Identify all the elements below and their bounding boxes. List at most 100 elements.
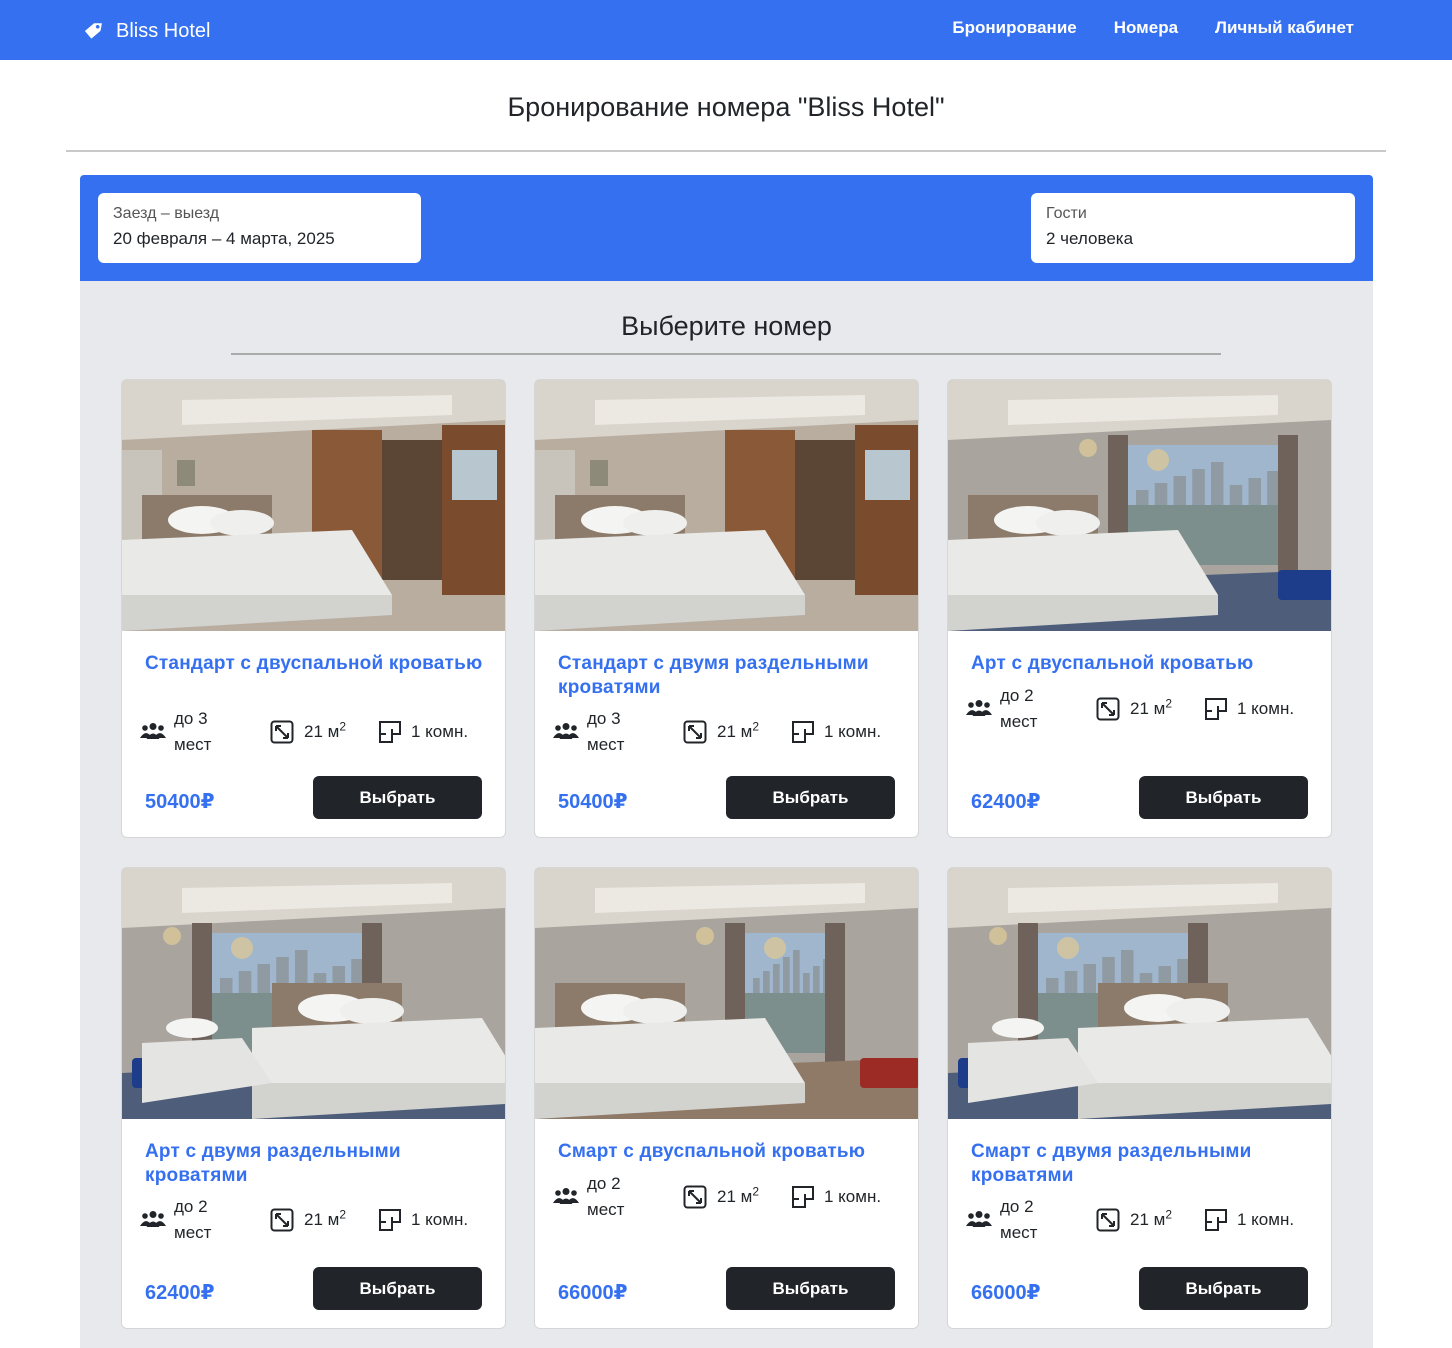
room-price: 66000₽	[558, 1282, 628, 1304]
room-photo	[535, 868, 918, 1119]
room-count-text: 1 комн.	[411, 1210, 469, 1229]
room-features: до 2 мест 21 м2 1 комн.	[553, 1171, 903, 1223]
capacity-text: до 2 мест	[1000, 686, 1038, 731]
floor-plan-icon	[791, 1185, 815, 1209]
room-count: 1 комн.	[378, 1208, 468, 1232]
nav-link-booking[interactable]: Бронирование	[952, 18, 1076, 38]
guests-value: 2 человека	[1046, 229, 1134, 248]
people-icon	[140, 1210, 166, 1233]
area: 21 м2	[270, 1208, 346, 1232]
room-features: до 3 мест 21 м2 1 комн.	[553, 706, 903, 758]
search-bar: Заезд – выезд 20 февраля – 4 марта, 2025…	[80, 175, 1373, 281]
room-price: 62400₽	[971, 791, 1041, 813]
guests-label: Гости	[1046, 205, 1087, 222]
area: 21 м2	[683, 1185, 759, 1209]
area: 21 м2	[1096, 1208, 1172, 1232]
area-superscript: 2	[339, 719, 347, 734]
room-photo	[948, 868, 1331, 1119]
resize-icon	[683, 1185, 707, 1209]
choose-room-button[interactable]: Выбрать	[313, 1267, 482, 1310]
people-icon	[966, 699, 992, 722]
room-count: 1 комн.	[791, 1185, 881, 1209]
capacity-text: до 3 мест	[587, 709, 625, 754]
room-card: Стандарт с двуспальной кроватью до 3 мест…	[121, 379, 506, 838]
room-price: 66000₽	[971, 1282, 1041, 1304]
people-icon	[140, 722, 166, 745]
room-price: 62400₽	[145, 1282, 215, 1304]
room-card: Арт с двумя раздельными кроватями до 2 ме…	[121, 867, 506, 1329]
room-title[interactable]: Смарт с двуспальной кроватью	[558, 1140, 898, 1164]
area: 21 м2	[270, 720, 346, 744]
room-title[interactable]: Смарт с двумя раздельными кроватями	[971, 1140, 1311, 1188]
page-title: Бронирование номера "Bliss Hotel"	[507, 92, 945, 122]
room-count-text: 1 комн.	[824, 1187, 882, 1206]
room-card: Арт с двуспальной кроватью до 2 мест 21 м2…	[947, 379, 1332, 838]
nav-link-account[interactable]: Личный кабинет	[1215, 18, 1354, 38]
room-card: Смарт с двуспальной кроватью до 2 мест 21 …	[534, 867, 919, 1329]
area: 21 м2	[683, 720, 759, 744]
resize-icon	[683, 720, 707, 744]
people-icon	[966, 1210, 992, 1233]
guests-field[interactable]: Гости 2 человека	[1031, 193, 1355, 263]
choose-room-button[interactable]: Выбрать	[726, 1267, 895, 1310]
floor-plan-icon	[1204, 697, 1228, 721]
divider	[231, 353, 1221, 355]
area-text: 21 м2	[304, 1207, 347, 1229]
resize-icon	[1096, 1208, 1120, 1232]
room-photo	[535, 380, 918, 631]
room-count-text: 1 комн.	[1237, 1210, 1295, 1229]
room-count: 1 комн.	[378, 720, 468, 744]
choose-room-button[interactable]: Выбрать	[1139, 1267, 1308, 1310]
choose-room-button[interactable]: Выбрать	[313, 776, 482, 819]
capacity: до 2 мест	[966, 683, 1050, 735]
capacity: до 3 мест	[553, 706, 637, 758]
nav-links: Бронирование Номера Личный кабинет	[952, 18, 1354, 38]
floor-plan-icon	[791, 720, 815, 744]
room-title[interactable]: Арт с двумя раздельными кроватями	[145, 1140, 485, 1188]
resize-icon	[270, 720, 294, 744]
capacity-text: до 2 мест	[1000, 1197, 1038, 1242]
people-icon	[553, 1187, 579, 1210]
brand[interactable]: Bliss Hotel	[82, 15, 210, 48]
date-range-field[interactable]: Заезд – выезд 20 февраля – 4 марта, 2025	[98, 193, 421, 263]
room-price: 50400₽	[558, 791, 628, 813]
room-title[interactable]: Стандарт с двумя раздельными кроватями	[558, 652, 898, 700]
capacity: до 2 мест	[140, 1194, 224, 1246]
capacity-text: до 3 мест	[174, 709, 212, 754]
room-features: до 2 мест 21 м2 1 комн.	[140, 1194, 490, 1246]
area-superscript: 2	[752, 1184, 760, 1199]
tag-icon	[82, 15, 108, 48]
room-features: до 2 мест 21 м2 1 комн.	[966, 683, 1316, 735]
area-superscript: 2	[1165, 696, 1173, 711]
area-superscript: 2	[752, 719, 760, 734]
floor-plan-icon	[1204, 1208, 1228, 1232]
area-text: 21 м2	[717, 719, 760, 741]
date-range-value: 20 февраля – 4 марта, 2025	[113, 229, 335, 248]
room-count: 1 комн.	[1204, 1208, 1294, 1232]
capacity-text: до 2 мест	[174, 1197, 212, 1242]
room-features: до 2 мест 21 м2 1 комн.	[966, 1194, 1316, 1246]
room-card: Стандарт с двумя раздельными кроватями до…	[534, 379, 919, 838]
area-text: 21 м2	[1130, 696, 1173, 718]
area: 21 м2	[1096, 697, 1172, 721]
choose-room-button[interactable]: Выбрать	[726, 776, 895, 819]
divider	[66, 150, 1386, 152]
capacity: до 2 мест	[553, 1171, 637, 1223]
capacity: до 3 мест	[140, 706, 224, 758]
people-icon	[553, 722, 579, 745]
nav-link-rooms[interactable]: Номера	[1114, 18, 1178, 38]
area-superscript: 2	[339, 1207, 347, 1222]
room-title[interactable]: Арт с двуспальной кроватью	[971, 652, 1311, 676]
room-count-text: 1 комн.	[1237, 699, 1295, 718]
room-count-text: 1 комн.	[411, 722, 469, 741]
resize-icon	[270, 1208, 294, 1232]
floor-plan-icon	[378, 720, 402, 744]
room-count: 1 комн.	[791, 720, 881, 744]
room-features: до 3 мест 21 м2 1 комн.	[140, 706, 490, 758]
area-text: 21 м2	[304, 719, 347, 741]
area-text: 21 м2	[717, 1184, 760, 1206]
room-card: Смарт с двумя раздельными кроватями до 2 …	[947, 867, 1332, 1329]
choose-room-button[interactable]: Выбрать	[1139, 776, 1308, 819]
area-superscript: 2	[1165, 1207, 1173, 1222]
room-title[interactable]: Стандарт с двуспальной кроватью	[145, 652, 485, 676]
